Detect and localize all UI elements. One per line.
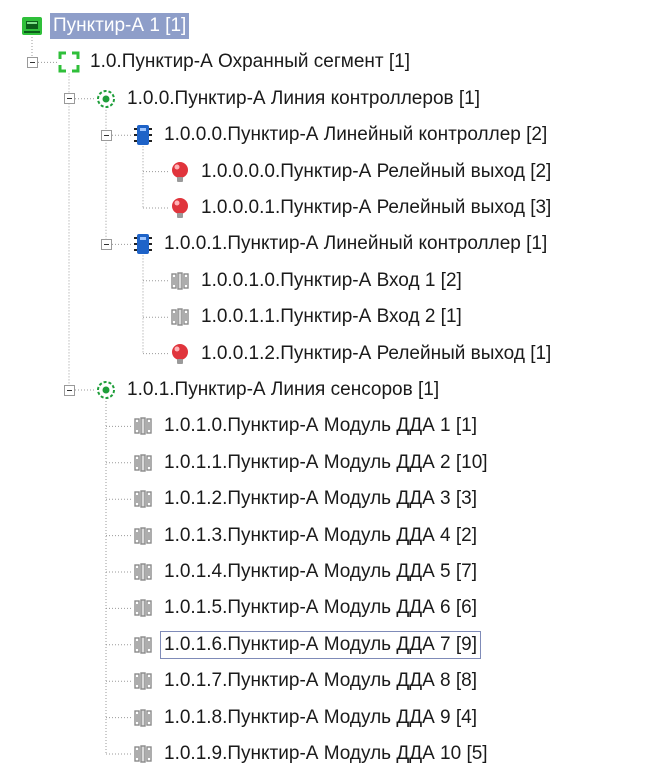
tree-node-label: 1.0.0.1.1.Пунктир-А Вход 2 [1] <box>201 306 462 328</box>
tree-node[interactable]: 1.0.Пунктир-А Охранный сегмент [1] <box>58 47 413 77</box>
sensor-module-icon <box>132 707 154 729</box>
controller-chip-icon <box>132 124 154 146</box>
tree-node[interactable]: 1.0.1.Пунктир-А Линия сенсоров [1] <box>95 375 442 405</box>
tree-node-label: 1.0.1.5.Пунктир-А Модуль ДДА 6 [6] <box>164 597 477 619</box>
tree-node-label: 1.0.1.4.Пунктир-А Модуль ДДА 5 [7] <box>164 561 477 582</box>
tree-node[interactable]: 1.0.1.0.Пунктир-А Модуль ДДА 1 [1] <box>132 411 480 441</box>
tree-node-label: 1.0.1.8.Пунктир-А Модуль ДДА 9 [4] <box>164 706 477 728</box>
collapse-toggle[interactable] <box>100 238 112 250</box>
tree-node[interactable]: 1.0.0.1.1.Пунктир-А Вход 2 [1] <box>169 302 465 332</box>
tree-node[interactable]: 1.0.0.1.0.Пунктир-А Вход 1 [2] <box>169 266 465 296</box>
tree-node-label: 1.0.1.1.Пунктир-А Модуль ДДА 2 [10] <box>164 451 488 473</box>
relay-lamp-icon <box>169 343 191 365</box>
sensor-module-icon <box>132 452 154 474</box>
tree-node[interactable]: 1.0.1.6.Пунктир-А Модуль ДДА 7 [9] <box>132 630 481 660</box>
sensor-module-icon <box>132 597 154 619</box>
tree-node[interactable]: 1.0.1.8.Пунктир-А Модуль ДДА 9 [4] <box>132 703 480 733</box>
tree-node[interactable]: 1.0.0.0.1.Пунктир-А Релейный выход [3] <box>169 193 554 223</box>
tree-node-label: 1.0.0.0.Пунктир-А Линейный контроллер [2… <box>164 124 548 146</box>
sensor-module-icon <box>132 743 154 765</box>
sensor-module-icon <box>132 634 154 656</box>
controller-chip-icon <box>132 233 154 255</box>
sensor-module-icon <box>132 525 154 547</box>
tree-node[interactable]: 1.0.1.1.Пунктир-А Модуль ДДА 2 [10] <box>132 448 491 478</box>
tree-node[interactable]: 1.0.1.4.Пунктир-А Модуль ДДА 5 [7] <box>132 557 480 587</box>
tree-node[interactable]: 1.0.0.Пунктир-А Линия контроллеров [1] <box>95 84 483 114</box>
segment-bracket-icon <box>58 51 80 73</box>
tree-node-label: 1.0.Пунктир-А Охранный сегмент [1] <box>90 51 410 73</box>
relay-lamp-icon <box>169 197 191 219</box>
tree-node-label: 1.0.0.0.1.Пунктир-А Релейный выход [3] <box>201 197 552 218</box>
tree-node-label: 1.0.1.Пунктир-А Линия сенсоров [1] <box>127 379 440 400</box>
relay-lamp-icon <box>169 161 191 183</box>
tree-node[interactable]: Пунктир-А 1 [1] <box>21 11 190 41</box>
tree-node[interactable]: 1.0.0.1.2.Пунктир-А Релейный выход [1] <box>169 339 554 369</box>
tree-node-label: Пунктир-А 1 [1] <box>50 13 190 39</box>
tree-node[interactable]: 1.0.0.1.Пунктир-А Линейный контроллер [1… <box>132 229 550 259</box>
collapse-toggle[interactable] <box>26 56 38 68</box>
tree-node[interactable]: 1.0.1.3.Пунктир-А Модуль ДДА 4 [2] <box>132 521 480 551</box>
tree-node-label: 1.0.1.0.Пунктир-А Модуль ДДА 1 [1] <box>164 415 477 437</box>
tree-node-label: 1.0.1.7.Пунктир-А Модуль ДДА 8 [8] <box>164 670 477 692</box>
tree-node-label: 1.0.1.9.Пунктир-А Модуль ДДА 10 [5] <box>164 743 488 764</box>
collapse-toggle[interactable] <box>63 93 75 105</box>
tree-node[interactable]: 1.0.0.0.0.Пунктир-А Релейный выход [2] <box>169 157 554 187</box>
tree-node-label: 1.0.0.0.0.Пунктир-А Релейный выход [2] <box>201 160 552 182</box>
tree-node[interactable]: 1.0.0.0.Пунктир-А Линейный контроллер [2… <box>132 120 550 150</box>
collapse-toggle[interactable] <box>63 384 75 396</box>
tree-node[interactable]: 1.0.1.5.Пунктир-А Модуль ДДА 6 [6] <box>132 593 480 623</box>
device-tree[interactable]: Пунктир-А 1 [1] 1.0.Пунктир-А Охранный с… <box>0 0 654 764</box>
sensor-module-icon <box>169 270 191 292</box>
tree-node[interactable]: 1.0.1.2.Пунктир-А Модуль ДДА 3 [3] <box>132 484 480 514</box>
tree-node-label: 1.0.1.3.Пунктир-А Модуль ДДА 4 [2] <box>164 524 477 546</box>
tree-node[interactable]: 1.0.1.9.Пунктир-А Модуль ДДА 10 [5] <box>132 739 491 769</box>
sensor-module-icon <box>132 488 154 510</box>
tree-node-label: 1.0.0.1.0.Пунктир-А Вход 1 [2] <box>201 269 462 291</box>
sensor-module-icon <box>132 670 154 692</box>
tree-node-label: 1.0.1.6.Пунктир-А Модуль ДДА 7 [9] <box>160 630 481 659</box>
sensor-module-icon <box>169 306 191 328</box>
tree-node[interactable]: 1.0.1.7.Пунктир-А Модуль ДДА 8 [8] <box>132 666 480 696</box>
tree-node-label: 1.0.0.Пунктир-А Линия контроллеров [1] <box>127 87 481 109</box>
tree-node-label: 1.0.0.1.2.Пунктир-А Релейный выход [1] <box>201 342 552 364</box>
device-board-icon <box>21 15 43 37</box>
collapse-toggle[interactable] <box>100 129 112 141</box>
tree-node-label: 1.0.0.1.Пунктир-А Линейный контроллер [1… <box>164 233 548 255</box>
line-ring-icon <box>95 379 117 401</box>
sensor-module-icon <box>132 561 154 583</box>
tree-node-label: 1.0.1.2.Пунктир-А Модуль ДДА 3 [3] <box>164 488 477 510</box>
sensor-module-icon <box>132 415 154 437</box>
line-ring-icon <box>95 88 117 110</box>
